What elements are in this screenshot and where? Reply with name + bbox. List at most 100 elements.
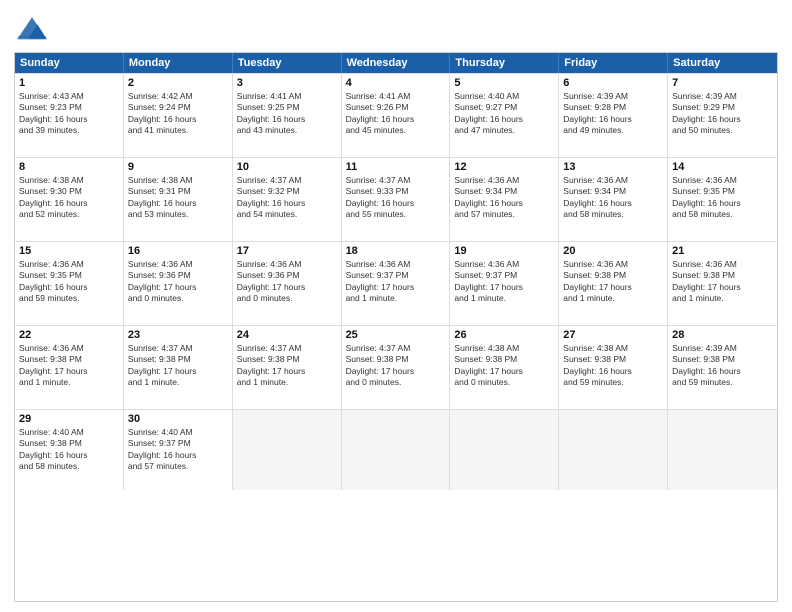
day-info: Sunrise: 4:36 AM Sunset: 9:35 PM Dayligh…: [19, 259, 119, 305]
day-info: Sunrise: 4:37 AM Sunset: 9:38 PM Dayligh…: [237, 343, 337, 389]
calendar-row-5: 29 Sunrise: 4:40 AM Sunset: 9:38 PM Dayli…: [15, 409, 777, 490]
calendar-cell: 15 Sunrise: 4:36 AM Sunset: 9:35 PM Dayli…: [15, 242, 124, 325]
day-info: Sunrise: 4:37 AM Sunset: 9:38 PM Dayligh…: [346, 343, 446, 389]
day-info: Sunrise: 4:39 AM Sunset: 9:29 PM Dayligh…: [672, 91, 773, 137]
calendar-cell: 7 Sunrise: 4:39 AM Sunset: 9:29 PM Daylig…: [668, 74, 777, 157]
day-info: Sunrise: 4:36 AM Sunset: 9:35 PM Dayligh…: [672, 175, 773, 221]
calendar-cell: 13 Sunrise: 4:36 AM Sunset: 9:34 PM Dayli…: [559, 158, 668, 241]
day-info: Sunrise: 4:36 AM Sunset: 9:37 PM Dayligh…: [454, 259, 554, 305]
day-header-monday: Monday: [124, 53, 233, 73]
day-number: 5: [454, 77, 554, 89]
calendar-cell: 20Sunrise: 4:36 AM Sunset: 9:38 PM Dayli…: [559, 242, 668, 325]
calendar-cell: [233, 410, 342, 490]
day-number: 30: [128, 413, 228, 425]
calendar-cell: 9Sunrise: 4:38 AM Sunset: 9:31 PM Daylig…: [124, 158, 233, 241]
day-info: Sunrise: 4:43 AM Sunset: 9:23 PM Dayligh…: [19, 91, 119, 137]
day-header-saturday: Saturday: [668, 53, 777, 73]
day-number: 19: [454, 245, 554, 257]
calendar-cell: 29 Sunrise: 4:40 AM Sunset: 9:38 PM Dayli…: [15, 410, 124, 490]
calendar-cell: 30 Sunrise: 4:40 AM Sunset: 9:37 PM Dayli…: [124, 410, 233, 490]
day-number: 23: [128, 329, 228, 341]
calendar-row-4: 22 Sunrise: 4:36 AM Sunset: 9:38 PM Dayli…: [15, 325, 777, 409]
calendar-cell: 14 Sunrise: 4:36 AM Sunset: 9:35 PM Dayli…: [668, 158, 777, 241]
day-info: Sunrise: 4:36 AM Sunset: 9:37 PM Dayligh…: [346, 259, 446, 305]
day-header-friday: Friday: [559, 53, 668, 73]
day-number: 15: [19, 245, 119, 257]
calendar-row-3: 15 Sunrise: 4:36 AM Sunset: 9:35 PM Dayli…: [15, 241, 777, 325]
day-info: Sunrise: 4:41 AM Sunset: 9:26 PM Dayligh…: [346, 91, 446, 137]
day-number: 7: [672, 77, 773, 89]
logo-icon: [14, 10, 50, 46]
day-number: 6: [563, 77, 663, 89]
calendar-cell: 11Sunrise: 4:37 AM Sunset: 9:33 PM Dayli…: [342, 158, 451, 241]
day-number: 16: [128, 245, 228, 257]
day-info: Sunrise: 4:36 AM Sunset: 9:38 PM Dayligh…: [19, 343, 119, 389]
day-info: Sunrise: 4:38 AM Sunset: 9:38 PM Dayligh…: [454, 343, 554, 389]
day-number: 8: [19, 161, 119, 173]
day-number: 4: [346, 77, 446, 89]
calendar-cell: [668, 410, 777, 490]
day-number: 13: [563, 161, 663, 173]
page: SundayMondayTuesdayWednesdayThursdayFrid…: [0, 0, 792, 612]
day-number: 18: [346, 245, 446, 257]
day-number: 14: [672, 161, 773, 173]
day-info: Sunrise: 4:36 AM Sunset: 9:38 PM Dayligh…: [672, 259, 773, 305]
day-header-thursday: Thursday: [450, 53, 559, 73]
logo: [14, 10, 54, 46]
day-info: Sunrise: 4:38 AM Sunset: 9:38 PM Dayligh…: [563, 343, 663, 389]
calendar-row-1: 1 Sunrise: 4:43 AM Sunset: 9:23 PM Daylig…: [15, 73, 777, 157]
calendar-cell: 2 Sunrise: 4:42 AM Sunset: 9:24 PM Daylig…: [124, 74, 233, 157]
calendar-cell: [450, 410, 559, 490]
calendar-cell: 27Sunrise: 4:38 AM Sunset: 9:38 PM Dayli…: [559, 326, 668, 409]
calendar-body: 1 Sunrise: 4:43 AM Sunset: 9:23 PM Daylig…: [15, 73, 777, 490]
calendar-cell: 17 Sunrise: 4:36 AM Sunset: 9:36 PM Dayli…: [233, 242, 342, 325]
day-number: 28: [672, 329, 773, 341]
day-number: 1: [19, 77, 119, 89]
day-info: Sunrise: 4:40 AM Sunset: 9:38 PM Dayligh…: [19, 427, 119, 473]
calendar-cell: 10Sunrise: 4:37 AM Sunset: 9:32 PM Dayli…: [233, 158, 342, 241]
calendar-cell: 3Sunrise: 4:41 AM Sunset: 9:25 PM Daylig…: [233, 74, 342, 157]
calendar-cell: [559, 410, 668, 490]
day-number: 26: [454, 329, 554, 341]
day-info: Sunrise: 4:36 AM Sunset: 9:38 PM Dayligh…: [563, 259, 663, 305]
day-info: Sunrise: 4:38 AM Sunset: 9:30 PM Dayligh…: [19, 175, 119, 221]
calendar-cell: 12 Sunrise: 4:36 AM Sunset: 9:34 PM Dayli…: [450, 158, 559, 241]
day-header-tuesday: Tuesday: [233, 53, 342, 73]
day-number: 10: [237, 161, 337, 173]
day-number: 12: [454, 161, 554, 173]
calendar-cell: 8 Sunrise: 4:38 AM Sunset: 9:30 PM Daylig…: [15, 158, 124, 241]
calendar-cell: 21Sunrise: 4:36 AM Sunset: 9:38 PM Dayli…: [668, 242, 777, 325]
day-header-wednesday: Wednesday: [342, 53, 451, 73]
day-info: Sunrise: 4:37 AM Sunset: 9:38 PM Dayligh…: [128, 343, 228, 389]
day-info: Sunrise: 4:40 AM Sunset: 9:37 PM Dayligh…: [128, 427, 228, 473]
calendar-cell: 4 Sunrise: 4:41 AM Sunset: 9:26 PM Daylig…: [342, 74, 451, 157]
day-number: 17: [237, 245, 337, 257]
calendar-cell: 19 Sunrise: 4:36 AM Sunset: 9:37 PM Dayli…: [450, 242, 559, 325]
day-info: Sunrise: 4:36 AM Sunset: 9:36 PM Dayligh…: [128, 259, 228, 305]
calendar-cell: [342, 410, 451, 490]
day-number: 2: [128, 77, 228, 89]
day-info: Sunrise: 4:36 AM Sunset: 9:36 PM Dayligh…: [237, 259, 337, 305]
day-header-sunday: Sunday: [15, 53, 124, 73]
day-info: Sunrise: 4:36 AM Sunset: 9:34 PM Dayligh…: [454, 175, 554, 221]
day-number: 25: [346, 329, 446, 341]
day-info: Sunrise: 4:42 AM Sunset: 9:24 PM Dayligh…: [128, 91, 228, 137]
calendar-header: SundayMondayTuesdayWednesdayThursdayFrid…: [15, 53, 777, 73]
day-info: Sunrise: 4:40 AM Sunset: 9:27 PM Dayligh…: [454, 91, 554, 137]
calendar-cell: 28 Sunrise: 4:39 AM Sunset: 9:38 PM Dayli…: [668, 326, 777, 409]
calendar-cell: 23 Sunrise: 4:37 AM Sunset: 9:38 PM Dayli…: [124, 326, 233, 409]
calendar-cell: 6 Sunrise: 4:39 AM Sunset: 9:28 PM Daylig…: [559, 74, 668, 157]
day-info: Sunrise: 4:39 AM Sunset: 9:28 PM Dayligh…: [563, 91, 663, 137]
day-info: Sunrise: 4:39 AM Sunset: 9:38 PM Dayligh…: [672, 343, 773, 389]
calendar-cell: 5 Sunrise: 4:40 AM Sunset: 9:27 PM Daylig…: [450, 74, 559, 157]
calendar-row-2: 8 Sunrise: 4:38 AM Sunset: 9:30 PM Daylig…: [15, 157, 777, 241]
header: [14, 10, 778, 46]
day-number: 3: [237, 77, 337, 89]
calendar-cell: 22 Sunrise: 4:36 AM Sunset: 9:38 PM Dayli…: [15, 326, 124, 409]
calendar: SundayMondayTuesdayWednesdayThursdayFrid…: [14, 52, 778, 602]
day-info: Sunrise: 4:36 AM Sunset: 9:34 PM Dayligh…: [563, 175, 663, 221]
day-number: 29: [19, 413, 119, 425]
calendar-cell: 25 Sunrise: 4:37 AM Sunset: 9:38 PM Dayli…: [342, 326, 451, 409]
day-number: 22: [19, 329, 119, 341]
calendar-cell: 18 Sunrise: 4:36 AM Sunset: 9:37 PM Dayli…: [342, 242, 451, 325]
